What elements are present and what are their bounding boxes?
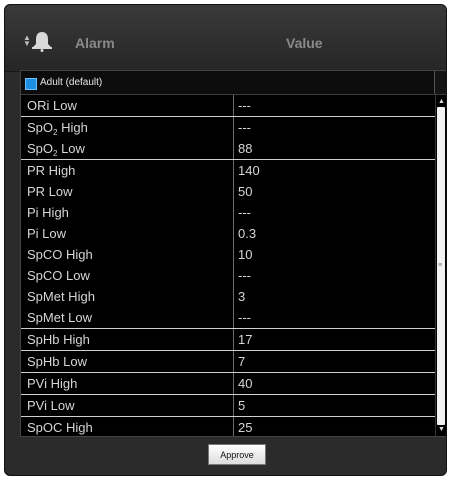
alarm-row[interactable]: SpMet Low ---: [21, 307, 436, 329]
alarm-name-text: Pi Low: [27, 226, 67, 241]
alarm-name: ORi Low: [27, 95, 227, 116]
alarm-row[interactable]: Pi Low 0.3: [21, 223, 436, 244]
alarm-name: Pi Low: [27, 223, 227, 244]
profile-selector[interactable]: Adult (default): [21, 71, 446, 95]
alarm-column-header[interactable]: Alarm: [75, 35, 115, 51]
alarm-row[interactable]: PVi Low 5: [21, 395, 436, 417]
scroll-up-arrow-icon[interactable]: ▲: [438, 98, 445, 105]
value-column-header[interactable]: Value: [286, 35, 323, 51]
alarm-rows: ORi Low --- SpO2 High --- SpO2 Low 88 PR High 1…: [21, 95, 436, 436]
alarm-name-text: PR Low: [27, 184, 73, 199]
alarm-name-text: SpMet High: [27, 289, 95, 304]
alarm-name: SpHb Low: [27, 351, 227, 372]
alarm-row[interactable]: SpO2 High ---: [21, 117, 436, 138]
alarm-row[interactable]: PR High 140: [21, 160, 436, 181]
alarm-row[interactable]: SpHb High 17: [21, 329, 436, 351]
alarm-value[interactable]: ---: [233, 117, 433, 138]
alarm-name-text: PR High: [27, 163, 76, 178]
alarm-name-text: SpHb High: [27, 332, 90, 347]
alarm-name-text: PVi Low: [27, 398, 75, 413]
scrollbar-grip-icon: ≡: [438, 262, 443, 269]
alarm-row[interactable]: SpOC High 25: [21, 417, 436, 436]
profile-dropdown-button[interactable]: [434, 71, 446, 94]
table-header: ▲ ▼ Alarm Value: [5, 5, 446, 72]
alarm-value[interactable]: 5: [233, 395, 433, 416]
alarm-name-text: SpMet Low: [27, 310, 93, 325]
alarm-value[interactable]: 88: [233, 138, 433, 159]
alarm-value[interactable]: ---: [233, 307, 433, 328]
alarm-value[interactable]: ---: [233, 95, 433, 116]
alarm-name-text: ORi Low: [27, 98, 77, 113]
alarm-value[interactable]: ---: [233, 202, 433, 223]
alarm-row[interactable]: SpHb Low 7: [21, 351, 436, 373]
profile-color-swatch: [25, 78, 37, 90]
alarm-name: Pi High: [27, 202, 227, 223]
alarm-name: SpOC High: [27, 417, 227, 436]
alarm-row[interactable]: SpO2 Low 88: [21, 138, 436, 160]
alarm-value[interactable]: ---: [233, 265, 433, 286]
alarm-row[interactable]: SpCO Low ---: [21, 265, 436, 286]
alarm-row[interactable]: PVi High 40: [21, 373, 436, 395]
alarm-name: SpO2 High: [27, 117, 227, 138]
alarm-name: SpO2 Low: [27, 138, 227, 159]
alarm-name-text: SpCO Low: [27, 268, 90, 283]
alarm-value[interactable]: 25: [233, 417, 433, 436]
bell-icon: [32, 32, 52, 52]
alarm-value[interactable]: 0.3: [233, 223, 433, 244]
vertical-scrollbar[interactable]: ▲ ≡ ▼: [435, 95, 446, 436]
scroll-down-arrow-icon[interactable]: ▼: [438, 426, 445, 433]
alarm-name-text: SpO: [27, 141, 54, 156]
alarm-value[interactable]: 140: [233, 160, 433, 181]
alarm-name-text: SpO: [27, 120, 54, 135]
alarm-row[interactable]: PR Low 50: [21, 181, 436, 202]
scrollbar-thumb[interactable]: ≡: [437, 107, 445, 425]
alarm-name: PVi Low: [27, 395, 227, 416]
alarm-name: SpMet Low: [27, 307, 227, 328]
alarm-name-text: Pi High: [27, 205, 69, 220]
alarm-name-text: SpOC High: [27, 420, 93, 435]
alarm-name-text: PVi High: [27, 376, 78, 391]
alarm-list: Adult (default) ORi Low --- SpO2 High --- Sp…: [20, 70, 446, 437]
alarm-value[interactable]: 40: [233, 373, 433, 394]
alarm-name: PR High: [27, 160, 227, 181]
alarm-value[interactable]: 17: [233, 329, 433, 350]
alarm-row[interactable]: Pi High ---: [21, 202, 436, 223]
alarm-name: SpHb High: [27, 329, 227, 350]
alarm-name: SpCO Low: [27, 265, 227, 286]
approve-button[interactable]: Approve: [208, 444, 266, 465]
alarm-name-text: SpHb Low: [27, 354, 87, 369]
alarm-value[interactable]: 3: [233, 286, 433, 307]
alarm-settings-panel: ▲ ▼ Alarm Value Adult (default) ORi Low --…: [4, 4, 447, 476]
alarm-name: SpMet High: [27, 286, 227, 307]
alarm-name-subscript: 2: [53, 149, 58, 158]
alarm-name: PR Low: [27, 181, 227, 202]
alarm-row[interactable]: SpCO High 10: [21, 244, 436, 265]
alarm-value[interactable]: 10: [233, 244, 433, 265]
alarm-name-text: SpCO High: [27, 247, 93, 262]
alarm-name: SpCO High: [27, 244, 227, 265]
alarm-value[interactable]: 7: [233, 351, 433, 372]
alarm-row[interactable]: SpMet High 3: [21, 286, 436, 307]
profile-label: Adult (default): [40, 77, 103, 88]
alarm-value[interactable]: 50: [233, 181, 433, 202]
alarm-row[interactable]: ORi Low ---: [21, 95, 436, 117]
alarm-name-suffix: Low: [57, 141, 85, 156]
alarm-name-suffix: High: [57, 120, 88, 135]
alarm-name: PVi High: [27, 373, 227, 394]
alarm-name-subscript: 2: [53, 128, 58, 137]
